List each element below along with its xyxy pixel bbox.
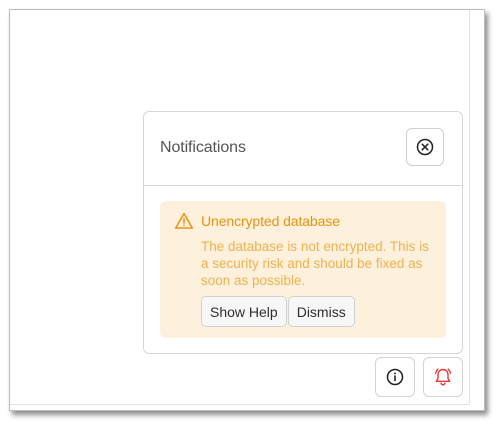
warning-triangle-icon [174,212,194,229]
circle-x-icon [416,138,434,156]
notifications-toggle-button[interactable] [423,357,463,397]
info-icon [386,368,404,386]
alert-message: The database is not encrypted. This is a… [201,239,429,288]
close-notifications-button[interactable] [406,128,444,166]
notifications-title: Notifications [160,139,246,156]
alert-actions: Show Help Dismiss [201,296,355,327]
bell-alert-icon [434,368,452,386]
notifications-panel: Notifications Unencrypted database The d… [143,111,463,354]
content-bottom-divider [10,404,470,405]
alert-title: Unencrypted database [201,213,340,229]
warning-alert: Unencrypted database The database is not… [160,201,446,338]
content-edge-divider [469,10,470,405]
dismiss-button[interactable]: Dismiss [287,296,355,327]
show-help-button[interactable]: Show Help [201,296,287,327]
info-button[interactable] [375,357,415,397]
notifications-header: Notifications [144,112,462,186]
